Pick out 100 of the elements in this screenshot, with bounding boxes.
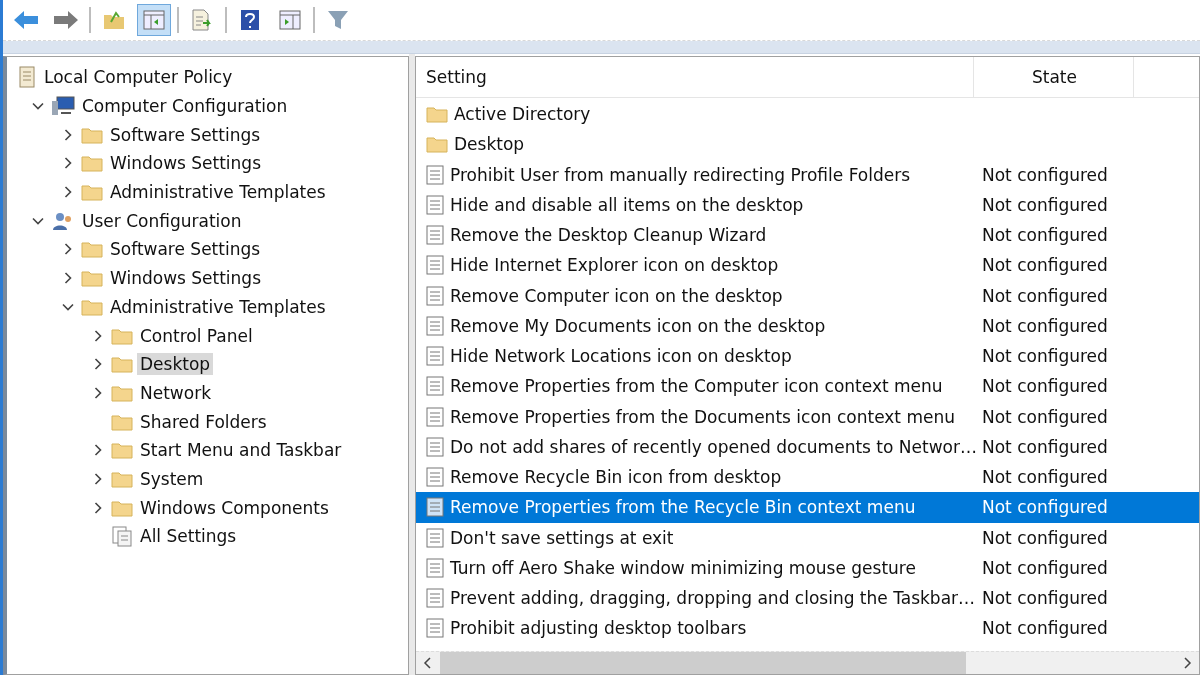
- chevron-right-icon[interactable]: [62, 272, 74, 285]
- pane-icon: [279, 10, 301, 30]
- setting-state: Not configured: [981, 406, 1108, 427]
- setting-name: Do not add shares of recently opened documents to Networ…: [450, 436, 977, 457]
- policy-document-icon: [426, 497, 444, 518]
- folder-icon: [111, 383, 133, 402]
- folder-icon: [81, 240, 103, 259]
- settings-row[interactable]: Remove Properties from the Computer icon context menu Not configured: [416, 371, 1199, 402]
- tree-item[interactable]: System: [137, 467, 207, 490]
- settings-row[interactable]: Turn off Aero Shake window minimizing mouse gesture Not configured: [416, 552, 1199, 583]
- folder-icon: [426, 135, 448, 154]
- tree-item[interactable]: Computer Configuration: [79, 95, 291, 118]
- setting-state: Not configured: [981, 315, 1108, 336]
- setting-name: Remove the Desktop Cleanup Wizard: [450, 225, 767, 246]
- policy-document-icon: [426, 346, 444, 367]
- setting-name: Don't save settings at exit: [450, 527, 674, 548]
- folder-icon: [81, 297, 103, 316]
- tree-item[interactable]: Windows Settings: [107, 152, 265, 175]
- setting-name: Turn off Aero Shake window minimizing mouse gesture: [450, 557, 916, 578]
- tree-item[interactable]: Software Settings: [107, 123, 264, 146]
- settings-row[interactable]: Remove the Desktop Cleanup Wizard Not configured: [416, 220, 1199, 251]
- tree-item[interactable]: Desktop: [137, 353, 214, 376]
- tree-item[interactable]: Administrative Templates: [107, 295, 329, 318]
- settings-row[interactable]: Desktop: [416, 129, 1199, 160]
- tree-item[interactable]: Network: [137, 381, 214, 404]
- horizontal-scrollbar[interactable]: [416, 651, 1199, 674]
- tree-item[interactable]: All Settings: [137, 525, 240, 548]
- column-header[interactable]: Setting: [416, 57, 974, 97]
- setting-state: Not configured: [981, 194, 1108, 215]
- policy-document-icon: [426, 315, 444, 336]
- policy-document-icon: [426, 164, 444, 185]
- column-header[interactable]: State: [974, 57, 1134, 97]
- folder-icon: [111, 441, 133, 460]
- chevron-right-icon[interactable]: [62, 128, 74, 141]
- computer-icon: [51, 96, 75, 117]
- policy-document-icon: [426, 255, 444, 276]
- setting-name: Hide and disable all items on the desktop: [450, 194, 804, 215]
- settings-row[interactable]: Hide and disable all items on the desktop Not configured: [416, 189, 1199, 220]
- settings-row[interactable]: Remove Recycle Bin icon from desktop Not configured: [416, 462, 1199, 493]
- tree-item[interactable]: User Configuration: [79, 209, 245, 232]
- tree-item[interactable]: Start Menu and Taskbar: [137, 439, 345, 462]
- folder-icon: [111, 469, 133, 488]
- policy-document-icon: [426, 225, 444, 246]
- settings-row[interactable]: Remove Computer icon on the desktop Not configured: [416, 280, 1199, 311]
- chevron-right-icon[interactable]: [92, 444, 104, 457]
- policy-document-icon: [426, 436, 444, 457]
- setting-name: Remove Recycle Bin icon from desktop: [450, 467, 782, 488]
- settings-row[interactable]: Prevent adding, dragging, dropping and closing the Taskbar… Not configured: [416, 583, 1199, 614]
- chevron-right-icon[interactable]: [92, 329, 104, 342]
- policy-document-icon: [426, 194, 444, 215]
- chevron-right-icon[interactable]: [62, 157, 74, 170]
- chevron-right-icon[interactable]: [92, 501, 104, 514]
- tree-item[interactable]: Windows Components: [137, 496, 332, 519]
- settings-row[interactable]: Don't save settings at exit Not configured: [416, 522, 1199, 553]
- folder-icon: [81, 183, 103, 202]
- settings-row[interactable]: Prohibit adjusting desktop toolbars Not configured: [416, 613, 1199, 644]
- tree-item[interactable]: Control Panel: [137, 324, 256, 347]
- setting-name: Desktop: [454, 134, 525, 155]
- policy-document-icon: [426, 467, 444, 488]
- tree-item[interactable]: Administrative Templates: [107, 181, 329, 204]
- settings-row[interactable]: Remove Properties from the Recycle Bin context menu Not configured: [416, 492, 1199, 523]
- settings-row[interactable]: Do not add shares of recently opened documents to Networ… Not configured: [416, 431, 1199, 462]
- setting-name: Remove My Documents icon on the desktop: [450, 315, 826, 336]
- setting-name: Remove Computer icon on the desktop: [450, 285, 783, 306]
- chevron-right-icon[interactable]: [92, 386, 104, 399]
- setting-state: Not configured: [981, 497, 1108, 518]
- policy-document-icon: [426, 376, 444, 397]
- folder-icon: [81, 269, 103, 288]
- setting-name: Active Directory: [454, 104, 591, 125]
- setting-name: Hide Internet Explorer icon on desktop: [450, 255, 779, 276]
- setting-name: Prevent adding, dragging, dropping and closing the Taskbar…: [450, 588, 976, 609]
- tree-item[interactable]: Local Computer Policy: [41, 66, 236, 89]
- policy-document-icon: [426, 588, 444, 609]
- settings-row[interactable]: Prohibit User from manually redirecting Profile Folders Not configured: [416, 159, 1199, 190]
- setting-state: Not configured: [981, 225, 1108, 246]
- folder-icon: [111, 326, 133, 345]
- setting-name: Remove Properties from the Documents icon context menu: [450, 406, 955, 427]
- tree-item[interactable]: Windows Settings: [107, 267, 265, 290]
- settings-row[interactable]: Remove Properties from the Documents icon context menu Not configured: [416, 401, 1199, 432]
- chevron-right-icon[interactable]: [92, 358, 104, 371]
- scroll-document-icon: [17, 66, 37, 89]
- policy-document-icon: [426, 285, 444, 306]
- settings-list-icon: [111, 525, 133, 548]
- folder-up-icon: [103, 10, 125, 30]
- chevron-right-icon[interactable]: [62, 243, 74, 256]
- folder-icon: [111, 412, 133, 431]
- setting-state: Not configured: [981, 527, 1108, 548]
- settings-row[interactable]: Active Directory: [416, 99, 1199, 130]
- chevron-right-icon[interactable]: [92, 472, 104, 485]
- settings-row[interactable]: Hide Internet Explorer icon on desktop Not configured: [416, 250, 1199, 281]
- policy-document-icon: [426, 557, 444, 578]
- tree-item[interactable]: Software Settings: [107, 238, 264, 261]
- folder-icon: [111, 355, 133, 374]
- settings-row[interactable]: Remove My Documents icon on the desktop Not configured: [416, 310, 1199, 341]
- setting-state: Not configured: [981, 618, 1108, 639]
- export-list-icon: [191, 9, 213, 31]
- folder-icon: [81, 125, 103, 144]
- settings-row[interactable]: Hide Network Locations icon on desktop Not configured: [416, 341, 1199, 372]
- chevron-right-icon[interactable]: [62, 186, 74, 199]
- tree-item[interactable]: Shared Folders: [137, 410, 270, 433]
